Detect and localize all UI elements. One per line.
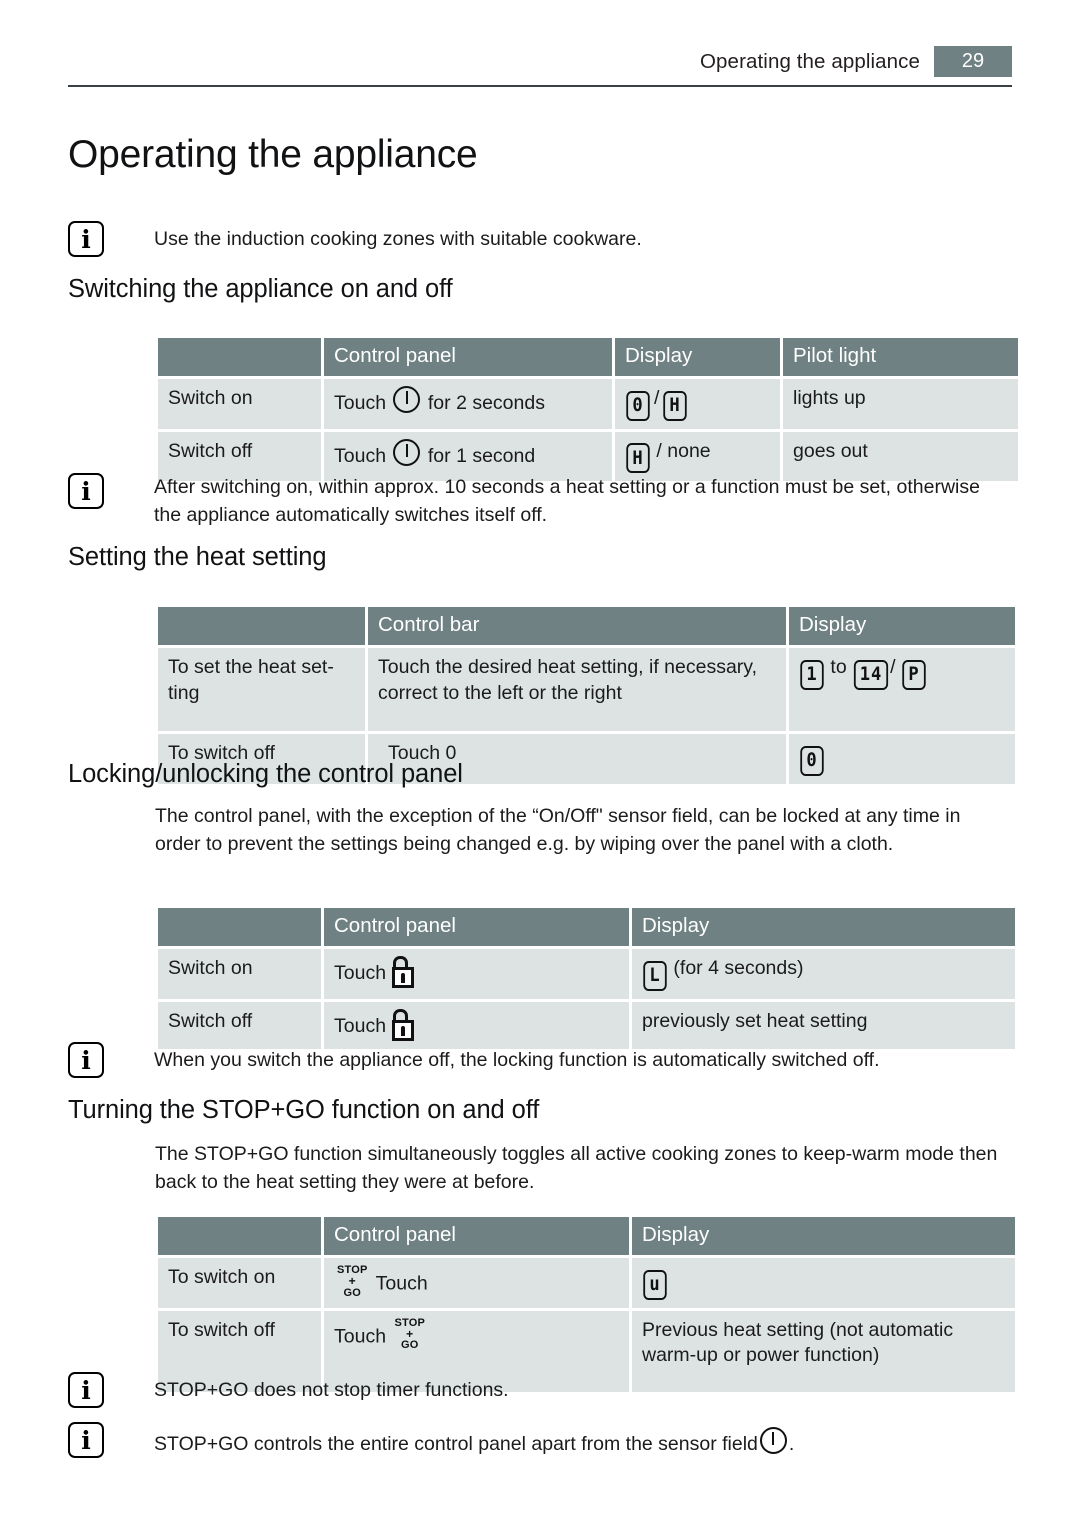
table-header-control-panel: Control panel (324, 908, 629, 946)
cell-control-panel: Touch (324, 949, 629, 999)
duration-label: for 1 second (427, 444, 536, 467)
display-none-label: / none (656, 439, 711, 462)
table-header-display: Display (615, 338, 780, 376)
power-icon (393, 438, 421, 466)
cell-action: Switch on (158, 379, 321, 429)
stop-go-icon-line-3: GO (400, 1339, 419, 1352)
display-glyph-h: H (626, 443, 650, 473)
table-header-control-panel: Control panel (324, 338, 612, 376)
paragraph-stopgo: The STOP+GO function simultaneously togg… (155, 1143, 998, 1193)
table-locking: Control panel Display Switch on Touch L … (155, 905, 1018, 1052)
table-header-blank (158, 908, 321, 946)
header-rule (68, 85, 1012, 87)
touch-label: Touch (334, 1325, 387, 1348)
display-separator: / (890, 656, 896, 678)
touch-label: Touch (334, 1014, 387, 1037)
table-header-pilot-light: Pilot light (783, 338, 1018, 376)
note-locking-off: i When you switch the appliance off, the… (68, 1042, 1012, 1078)
display-glyph-lock: L (643, 960, 667, 991)
stop-go-icon-line-2: + (348, 1274, 356, 1289)
table-header-display: Display (632, 908, 1015, 946)
heading-switching: Switching the appliance on and off (68, 275, 453, 303)
table-stopgo: Control panel Display To switch on STOP … (155, 1214, 1018, 1395)
info-icon: i (68, 221, 104, 257)
cell-action: Switch on (158, 949, 321, 999)
display-glyph-max: 14 (854, 659, 889, 690)
note-sensor-field-suffix: . (788, 1433, 795, 1455)
info-icon: i (68, 1422, 104, 1458)
padlock-icon (392, 1008, 415, 1041)
cell-control-panel: Touch for 2 seconds (324, 379, 612, 429)
table-row: Switch on Touch L (for 4 seconds) (158, 949, 1015, 999)
note-timer-text: STOP+GO does not stop timer functions. (154, 1379, 509, 1401)
paragraph-locking: The control panel, with the exception of… (155, 805, 961, 855)
table-row: Switch on Touch for 2 seconds 0/H lights… (158, 379, 1018, 429)
document-page: Operating the appliance 29 Operating the… (0, 0, 1080, 1529)
note-sensor-field-prefix: STOP+GO controls the entire control pane… (154, 1433, 758, 1455)
display-glyph-min: 1 (800, 659, 824, 690)
display-separator: / (654, 387, 660, 409)
table-header-row: Control panel Display (158, 908, 1015, 946)
cell-display: 0 (789, 734, 1015, 784)
cell-display: 1 to 14/ P (789, 648, 1015, 731)
page-title: Operating the appliance (68, 133, 478, 176)
touch-label: Touch (334, 392, 387, 414)
note-cookware: i Use the induction cooking zones with s… (68, 221, 1012, 257)
page-number-badge: 29 (934, 46, 1012, 77)
cell-control-bar: Touch the desired heat setting, if neces… (368, 648, 786, 731)
cell-pilot-light: lights up (783, 379, 1018, 429)
table-header-control-panel: Control panel (324, 1217, 629, 1255)
running-header: Operating the appliance 29 (68, 46, 1012, 77)
table-header-row: Control panel Display (158, 1217, 1015, 1255)
display-glyph-zero: 0 (800, 745, 824, 776)
note-sensor-field: i STOP+GO controls the entire control pa… (68, 1422, 1012, 1459)
table-switching: Control panel Display Pilot light Switch… (155, 335, 1021, 484)
stop-go-icon: STOP + GO (394, 1317, 425, 1352)
table-header-display: Display (632, 1217, 1015, 1255)
display-glyph-zero: 0 (626, 390, 650, 421)
cell-control-panel: STOP + GO Touch (324, 1258, 629, 1308)
heading-locking: Locking/unlocking the control panel (68, 760, 463, 788)
padlock-icon (392, 956, 415, 988)
display-glyph-power: P (902, 659, 926, 690)
display-glyph-h: H (663, 390, 688, 421)
display-duration-label: (for 4 seconds) (673, 957, 804, 979)
info-icon: i (68, 1372, 104, 1408)
table-header-row: Control bar Display (158, 607, 1015, 645)
table-header-blank (158, 338, 321, 376)
touch-label: Touch (334, 962, 387, 984)
stop-go-icon: STOP + GO (337, 1264, 368, 1299)
note-cookware-text: Use the induction cooking zones with sui… (154, 228, 642, 250)
cell-display: L (for 4 seconds) (632, 949, 1015, 999)
info-icon: i (68, 473, 104, 509)
cell-display: u (632, 1258, 1015, 1308)
table-header-display: Display (789, 607, 1015, 645)
note-sensor-field-text: STOP+GO controls the entire control pane… (154, 1422, 794, 1459)
table-row: To switch on STOP + GO Touch u (158, 1258, 1015, 1308)
power-icon (393, 386, 421, 413)
stop-go-icon-line-3: GO (343, 1286, 362, 1299)
touch-label: Touch (375, 1272, 428, 1295)
note-timer: i STOP+GO does not stop timer functions. (68, 1372, 1012, 1408)
note-ten-seconds: i After switching on, within approx. 10 … (68, 473, 1012, 529)
touch-label: Touch (334, 444, 387, 467)
cell-display: 0/H (615, 379, 780, 429)
display-glyph-u: u (643, 1269, 667, 1300)
heading-stopgo: Turning the STOP+GO function on and off (68, 1096, 540, 1124)
cell-action: To switch on (158, 1258, 321, 1308)
table-header-control-bar: Control bar (368, 607, 786, 645)
table-header-blank (158, 1217, 321, 1255)
running-header-title: Operating the appliance (700, 49, 920, 73)
note-locking-off-text: When you switch the appliance off, the l… (154, 1049, 880, 1071)
info-icon: i (68, 1042, 104, 1078)
table-header-blank (158, 607, 365, 645)
power-icon (759, 1427, 787, 1454)
duration-label: for 2 seconds (427, 392, 545, 414)
cell-action: To set the heat set-ting (158, 648, 365, 731)
heading-heat-setting: Setting the heat setting (68, 543, 327, 571)
note-ten-seconds-text: After switching on, within approx. 10 se… (154, 476, 980, 526)
table-row: To set the heat set-ting Touch the desir… (158, 648, 1015, 731)
display-range-label: to (830, 656, 847, 678)
table-header-row: Control panel Display Pilot light (158, 338, 1018, 376)
